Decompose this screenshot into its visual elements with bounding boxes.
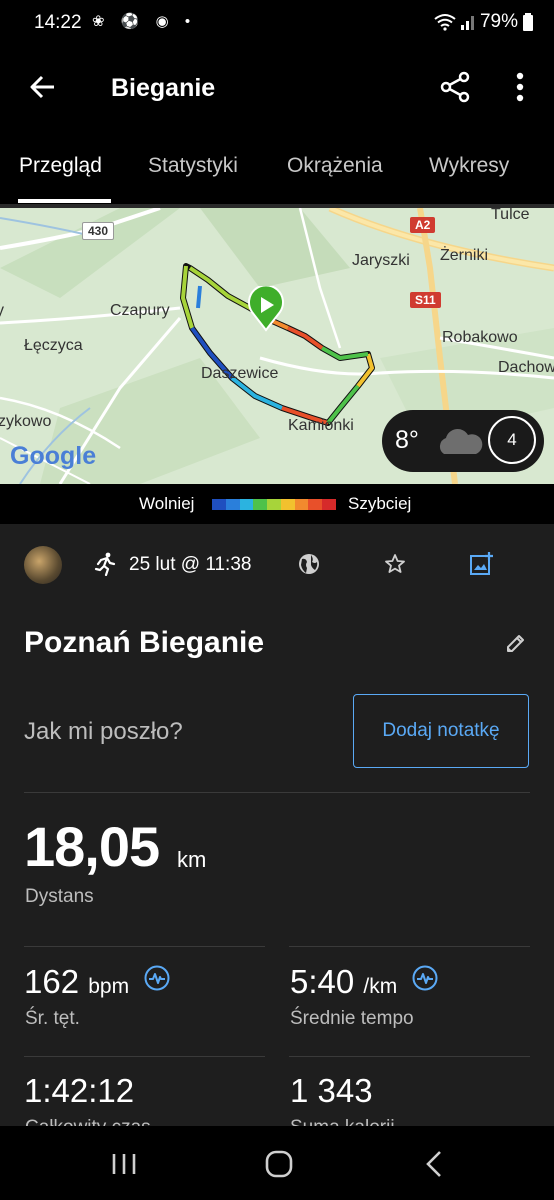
distance-label: Dystans — [25, 886, 94, 907]
recent-apps-icon — [112, 1154, 136, 1174]
map-label-zykowo: zykowo — [0, 413, 52, 430]
recent-apps-button[interactable] — [94, 1144, 154, 1184]
signal-icon — [460, 16, 474, 30]
wifi-icon — [434, 14, 456, 31]
battery-icon — [523, 13, 533, 31]
status-time: 14:22 — [34, 12, 82, 33]
pace-unit: /km — [363, 975, 398, 998]
road-badge-a2: A2 — [410, 217, 436, 233]
map-label-kamionki: Kamionki — [288, 417, 354, 434]
map-label-robakowo: Robakowo — [442, 329, 518, 346]
share-icon — [440, 71, 470, 103]
distance-value: 18,05 — [24, 815, 160, 878]
status-right: 79% — [434, 11, 534, 33]
legend-color-segment — [212, 499, 226, 510]
tab-overview[interactable]: Przegląd — [19, 154, 102, 178]
pace-legend: Wolniej Szybciej — [0, 484, 554, 524]
add-note-button[interactable]: Dodaj notatkę — [353, 694, 529, 768]
legend-fast-label: Szybciej — [348, 494, 412, 513]
tab-indicator — [18, 199, 111, 203]
legend-color-segment — [267, 499, 281, 510]
activity-title: Poznań Bieganie — [24, 626, 265, 659]
tab-charts[interactable]: Wykresy — [429, 154, 509, 178]
heart-rate-info-icon[interactable] — [144, 965, 170, 991]
calories-label: Suma kalorii — [290, 1117, 395, 1126]
pace-number: 5:40 — [290, 963, 355, 1000]
map-label-jaryszki: Jaryszki — [352, 252, 410, 269]
map-label-zerniki: Żerniki — [440, 247, 489, 264]
heart-rate-value: 162 bpm — [24, 963, 129, 1001]
tab-bar: Przegląd Statystyki Okrążenia Wykresy — [0, 132, 554, 208]
wind-speed: 4 — [507, 430, 517, 449]
app-bar: Bieganie — [0, 44, 554, 132]
road-badge-s11: S11 — [410, 292, 441, 308]
star-icon[interactable] — [383, 552, 407, 576]
map-label-czapury: Czapury — [110, 302, 170, 319]
activity-date: 25 lut @ 11:38 — [129, 554, 252, 575]
home-button[interactable] — [249, 1144, 309, 1184]
more-vertical-icon — [516, 72, 524, 102]
total-time-value: 1:42:12 — [24, 1072, 135, 1109]
battery-percent: 79% — [479, 11, 518, 32]
stat-divider — [24, 1056, 265, 1057]
avatar[interactable] — [24, 546, 62, 584]
notification-icons: ❀ ⚽ ◉ • — [92, 13, 197, 30]
legend-slow-label: Wolniej — [139, 494, 195, 513]
feel-prompt[interactable]: Jak mi poszło? — [24, 718, 183, 746]
map-label-tulce: Tulce — [491, 208, 530, 223]
start-marker-icon — [248, 286, 284, 332]
chevron-left-icon — [426, 1151, 441, 1177]
back-button[interactable] — [22, 66, 64, 108]
tab-laps[interactable]: Okrążenia — [287, 154, 383, 178]
page-title: Bieganie — [111, 74, 216, 102]
wind-indicator: 4 — [488, 416, 536, 464]
legend-color-segment — [322, 499, 337, 510]
edit-pencil-icon[interactable] — [505, 632, 527, 654]
tab-statistics[interactable]: Statystyki — [148, 154, 238, 178]
pace-value: 5:40 /km — [290, 963, 397, 1001]
globe-icon[interactable] — [297, 552, 321, 576]
pace-info-icon[interactable] — [412, 965, 438, 991]
road-badge-430: 430 — [82, 222, 115, 240]
legend-color-segment — [239, 499, 254, 510]
legend-color-segment — [294, 499, 309, 510]
calories-value: 1 343 — [290, 1072, 373, 1109]
legend-color-segment — [280, 499, 295, 510]
heart-rate-unit: bpm — [88, 975, 130, 998]
arrow-back-icon — [30, 75, 54, 99]
share-button[interactable] — [434, 66, 476, 108]
cloud-icon — [439, 429, 483, 454]
legend-color-segment — [308, 499, 323, 510]
more-options-button[interactable] — [500, 66, 540, 108]
map-label-y: y — [0, 302, 4, 319]
weather-temperature: 8° — [395, 426, 419, 454]
system-nav-bar — [0, 1126, 554, 1200]
add-photo-icon[interactable] — [468, 551, 494, 577]
activity-meta-row: 25 lut @ 11:38 — [0, 544, 554, 590]
stat-divider — [24, 946, 265, 947]
running-icon — [94, 552, 116, 576]
map-label-dachowa: Dachow — [498, 359, 554, 376]
google-logo: Google — [10, 442, 97, 470]
stat-divider — [289, 946, 530, 947]
weather-chip[interactable]: 8° 4 — [382, 410, 544, 472]
home-icon — [265, 1150, 293, 1178]
heart-rate-number: 162 — [24, 963, 80, 1000]
section-divider — [24, 792, 530, 793]
activity-content: 25 lut @ 11:38 Poznań Bieganie Jak mi po… — [0, 524, 554, 1126]
heart-rate-label: Śr. tęt. — [25, 1008, 80, 1029]
status-bar: 14:22 ❀ ⚽ ◉ • 79% — [0, 0, 554, 44]
pace-label: Średnie tempo — [290, 1008, 414, 1029]
map-label-leczyca: Łęczyca — [24, 337, 83, 354]
legend-color-segment — [253, 499, 268, 510]
nav-back-button[interactable] — [404, 1144, 464, 1184]
stat-divider — [289, 1056, 530, 1057]
total-time-label: Całkowity czas — [25, 1117, 151, 1126]
distance-unit: km — [177, 847, 207, 872]
map-label-daszewice: Daszewice — [201, 365, 279, 382]
legend-color-bar — [212, 499, 337, 510]
legend-color-segment — [225, 499, 240, 510]
